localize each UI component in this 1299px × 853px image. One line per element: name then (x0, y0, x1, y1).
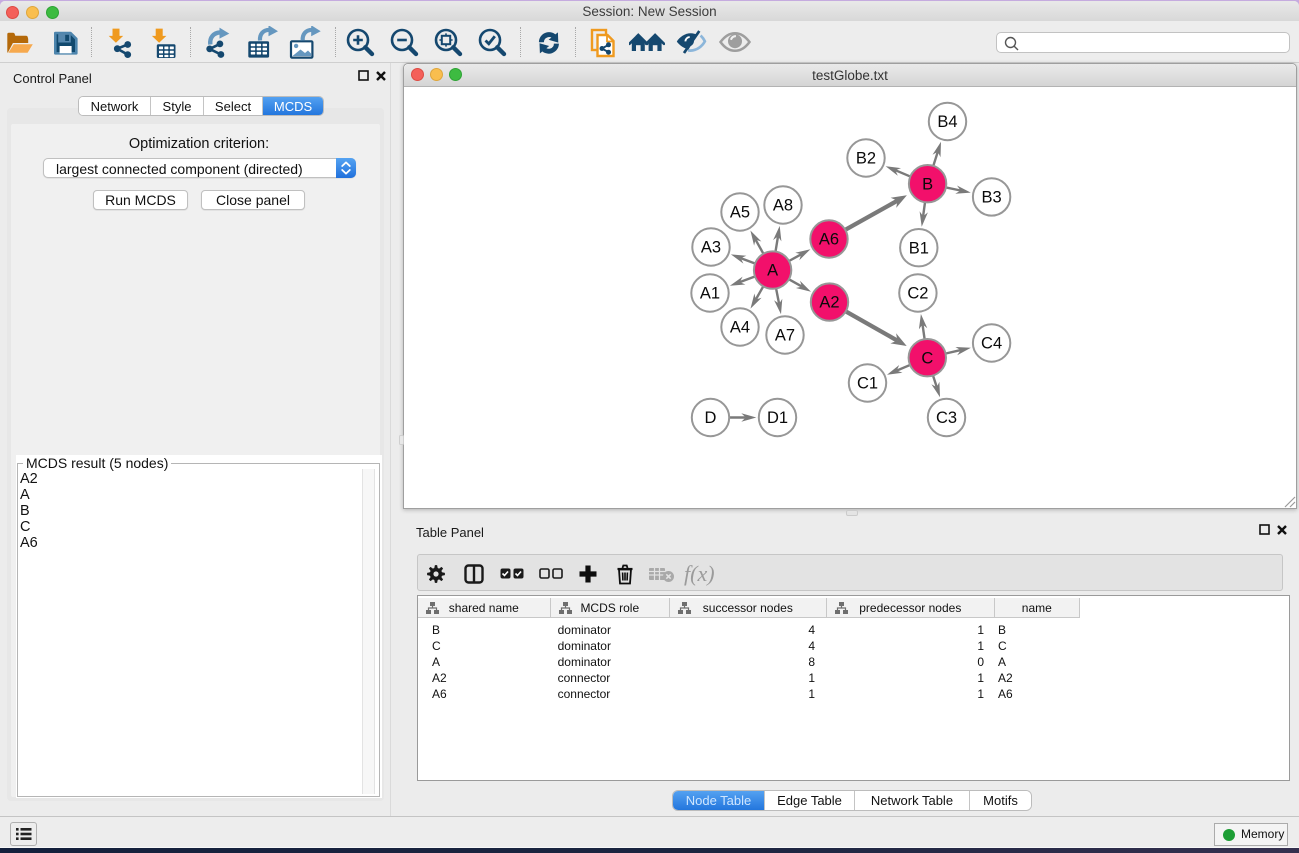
svg-text:B: B (922, 175, 933, 193)
svg-text:D: D (705, 409, 717, 427)
svg-text:A4: A4 (730, 319, 750, 337)
svg-text:B1: B1 (909, 239, 929, 257)
svg-text:C: C (921, 349, 933, 367)
svg-text:A5: A5 (730, 204, 750, 222)
svg-text:A1: A1 (700, 285, 720, 303)
svg-text:C4: C4 (981, 335, 1002, 353)
svg-text:C3: C3 (936, 409, 957, 427)
svg-text:B2: B2 (856, 150, 876, 168)
svg-text:A8: A8 (773, 197, 793, 215)
svg-text:A2: A2 (819, 294, 839, 312)
svg-text:D1: D1 (767, 409, 788, 427)
svg-text:B4: B4 (937, 113, 957, 131)
svg-text:C1: C1 (857, 375, 878, 393)
svg-text:A6: A6 (819, 231, 839, 249)
svg-text:A7: A7 (775, 327, 795, 345)
svg-text:A3: A3 (701, 239, 721, 257)
svg-text:C2: C2 (907, 285, 928, 303)
svg-text:B3: B3 (982, 189, 1002, 207)
svg-text:A: A (767, 262, 778, 280)
